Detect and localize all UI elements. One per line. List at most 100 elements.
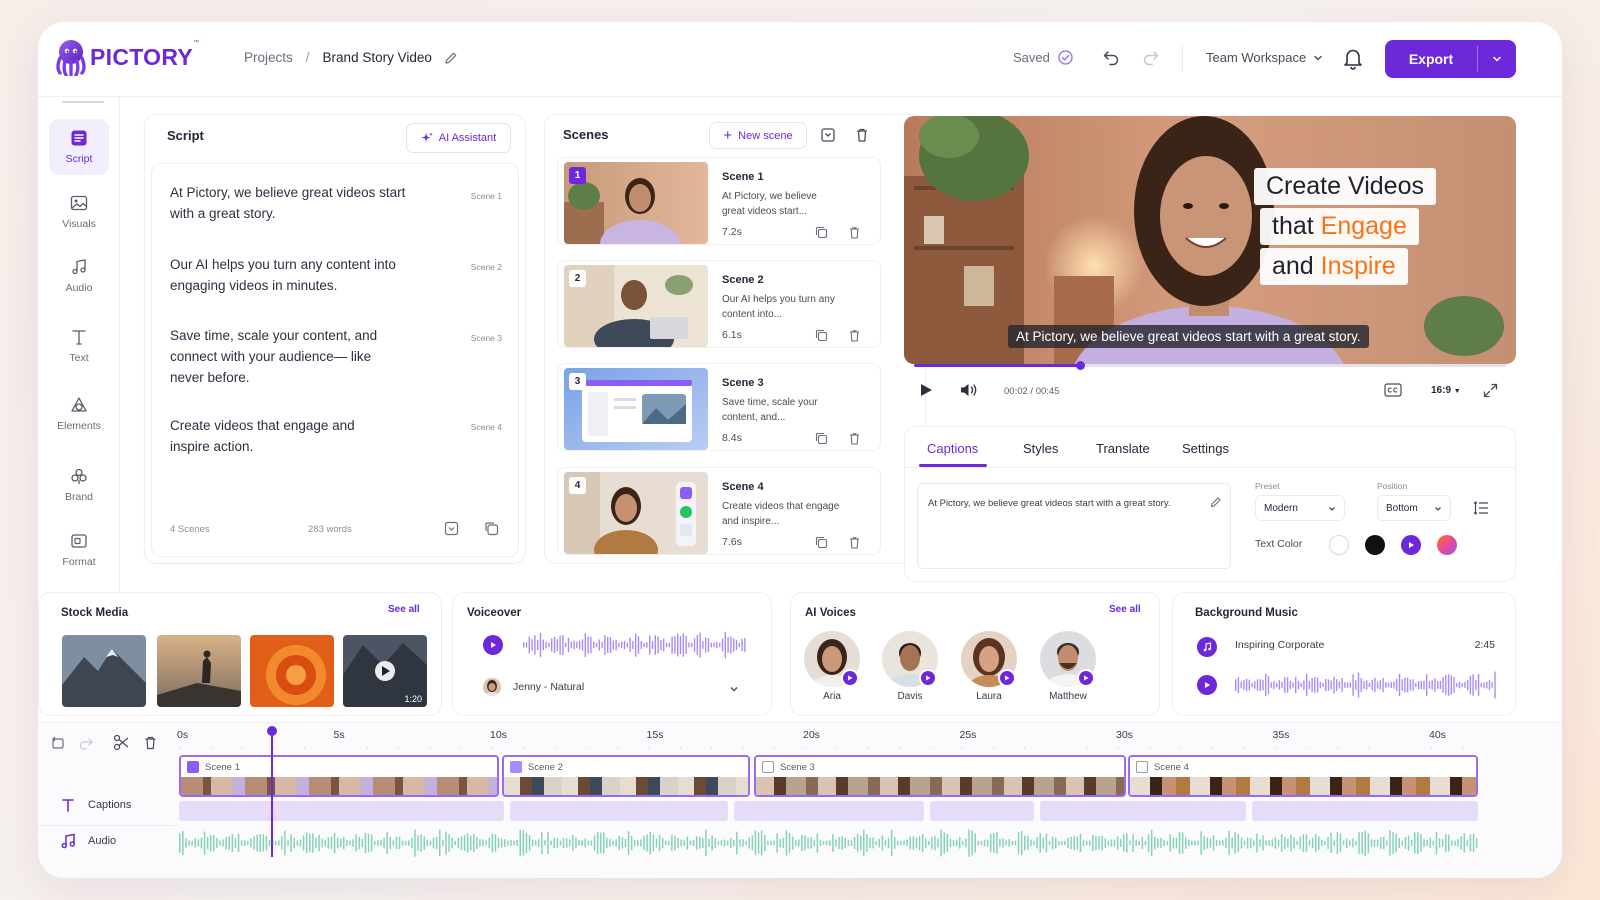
- timeline-clip[interactable]: Scene 2: [502, 755, 750, 797]
- play-icon[interactable]: [919, 669, 937, 687]
- export-button[interactable]: Export: [1385, 40, 1516, 78]
- duplicate-icon[interactable]: [815, 536, 828, 549]
- color-swatch-gradient[interactable]: [1437, 535, 1457, 555]
- volume-icon[interactable]: [959, 382, 979, 398]
- script-paragraph[interactable]: Create videos that engage and inspire ac…: [170, 415, 360, 457]
- timeline-redo-icon[interactable]: [78, 735, 94, 751]
- redo-icon[interactable]: [1142, 48, 1160, 66]
- sidebar-item-brand[interactable]: Brand: [49, 457, 109, 513]
- ai-voices-see-all[interactable]: See all: [1109, 604, 1141, 615]
- import-icon[interactable]: [444, 521, 459, 536]
- waveform-bar: [1273, 680, 1275, 690]
- color-swatch-white[interactable]: [1329, 535, 1349, 555]
- voice-option-matthew[interactable]: Matthew: [1039, 631, 1097, 702]
- music-play-button[interactable]: [1197, 675, 1217, 695]
- video-progress-bar[interactable]: [914, 361, 1506, 370]
- timeline-delete-icon[interactable]: [143, 735, 158, 750]
- sidebar-item-audio[interactable]: Audio: [49, 248, 109, 304]
- caption-segment[interactable]: [930, 801, 1034, 821]
- copy-icon[interactable]: [484, 521, 499, 536]
- duplicate-icon[interactable]: [815, 226, 828, 239]
- waveform-bar: [1262, 835, 1264, 851]
- video-preview[interactable]: Create Videos that Engage and Inspire At…: [904, 116, 1516, 364]
- music-waveform[interactable]: [1235, 671, 1497, 699]
- timeline-undo-icon[interactable]: [50, 735, 66, 751]
- playhead-handle[interactable]: [267, 726, 277, 736]
- script-editor[interactable]: At Pictory, we believe great videos star…: [151, 163, 519, 557]
- workspace-selector[interactable]: Team Workspace: [1206, 50, 1323, 65]
- caption-segment[interactable]: [510, 801, 728, 821]
- script-paragraph[interactable]: Our AI helps you turn any content into e…: [170, 254, 420, 296]
- caption-segment[interactable]: [179, 801, 504, 821]
- voiceover-play-button[interactable]: [483, 635, 503, 655]
- tab-captions[interactable]: Captions: [927, 441, 978, 456]
- scene-card[interactable]: 2 Scene 2 Our AI helps you turn any cont…: [557, 260, 881, 348]
- scene-card[interactable]: 3 Scene 3 Save time, scale your content,…: [557, 363, 881, 451]
- save-scene-icon[interactable]: [820, 127, 836, 143]
- scissors-icon[interactable]: [113, 734, 130, 751]
- voiceover-waveform[interactable]: [523, 631, 747, 659]
- tab-styles[interactable]: Styles: [1023, 441, 1058, 456]
- caption-segment[interactable]: [1040, 801, 1246, 821]
- aspect-ratio-selector[interactable]: 16:9 ▼: [1431, 385, 1461, 396]
- ai-assistant-button[interactable]: AI Assistant: [406, 123, 511, 153]
- waveform-bar: [1203, 835, 1205, 851]
- script-paragraph[interactable]: At Pictory, we believe great videos star…: [170, 182, 420, 224]
- export-options-chevron-icon[interactable]: [1478, 54, 1516, 64]
- stock-thumb-hiker[interactable]: [157, 635, 241, 707]
- project-title[interactable]: Brand Story Video: [323, 50, 432, 65]
- new-scene-button[interactable]: + New scene: [709, 122, 807, 149]
- line-spacing-icon[interactable]: [1473, 500, 1489, 516]
- timeline-clip[interactable]: Scene 1: [179, 755, 499, 797]
- voice-dropdown-chevron-icon[interactable]: [729, 684, 739, 694]
- edit-pencil-icon[interactable]: [1210, 496, 1222, 508]
- sidebar-item-format[interactable]: Format: [49, 522, 109, 578]
- timeline-clip[interactable]: Scene 4: [1128, 755, 1478, 797]
- sidebar-item-text[interactable]: Text: [49, 318, 109, 374]
- trash-icon[interactable]: [854, 127, 870, 143]
- delete-icon[interactable]: [848, 432, 861, 445]
- caption-text-input[interactable]: At Pictory, we believe great videos star…: [917, 483, 1231, 569]
- stock-thumb-video[interactable]: 1:20: [343, 635, 427, 707]
- scene-card[interactable]: 1 Scene 1 At Pictory, we believe great v…: [557, 157, 881, 245]
- color-swatch-purple[interactable]: [1401, 535, 1421, 555]
- timeline-clip[interactable]: Scene 3: [754, 755, 1126, 797]
- voice-option-davis[interactable]: Davis: [881, 631, 939, 702]
- undo-icon[interactable]: [1102, 48, 1120, 66]
- fullscreen-icon[interactable]: [1483, 383, 1498, 398]
- play-icon[interactable]: [841, 669, 859, 687]
- voice-option-laura[interactable]: Laura: [960, 631, 1018, 702]
- play-icon[interactable]: [1077, 669, 1095, 687]
- play-icon[interactable]: [918, 382, 934, 398]
- script-paragraph[interactable]: Save time, scale your content, and conne…: [170, 325, 392, 388]
- play-icon[interactable]: [998, 669, 1016, 687]
- tab-translate[interactable]: Translate: [1096, 441, 1150, 456]
- delete-icon[interactable]: [848, 226, 861, 239]
- stock-thumb-mountain[interactable]: [62, 635, 146, 707]
- sidebar-item-visuals[interactable]: Visuals: [49, 184, 109, 240]
- bell-icon[interactable]: [1342, 46, 1364, 70]
- rename-pencil-icon[interactable]: [444, 51, 458, 65]
- caption-segment[interactable]: [1252, 801, 1478, 821]
- color-swatch-black[interactable]: [1365, 535, 1385, 555]
- voice-option-aria[interactable]: Aria: [803, 631, 861, 702]
- progress-knob[interactable]: [1075, 361, 1085, 370]
- stock-media-see-all[interactable]: See all: [388, 604, 420, 615]
- playhead[interactable]: [271, 729, 273, 857]
- stock-thumb-abstract[interactable]: [250, 635, 334, 707]
- closed-captions-icon[interactable]: [1384, 382, 1402, 398]
- delete-icon[interactable]: [848, 329, 861, 342]
- scene-card[interactable]: 4 Scene 4 Create videos that engage and …: [557, 467, 881, 555]
- caption-segment[interactable]: [734, 801, 924, 821]
- tab-settings[interactable]: Settings: [1182, 441, 1229, 456]
- duplicate-icon[interactable]: [815, 329, 828, 342]
- delete-icon[interactable]: [848, 536, 861, 549]
- pictory-logo[interactable]: PICTORY ™: [54, 38, 199, 76]
- preset-select[interactable]: Modern: [1255, 495, 1345, 521]
- position-select[interactable]: Bottom: [1377, 495, 1451, 521]
- duplicate-icon[interactable]: [815, 432, 828, 445]
- sidebar-item-script[interactable]: Script: [49, 119, 109, 175]
- breadcrumb-projects-link[interactable]: Projects: [244, 50, 293, 65]
- audio-track-waveform[interactable]: [179, 829, 1479, 857]
- sidebar-item-elements[interactable]: Elements: [49, 386, 109, 442]
